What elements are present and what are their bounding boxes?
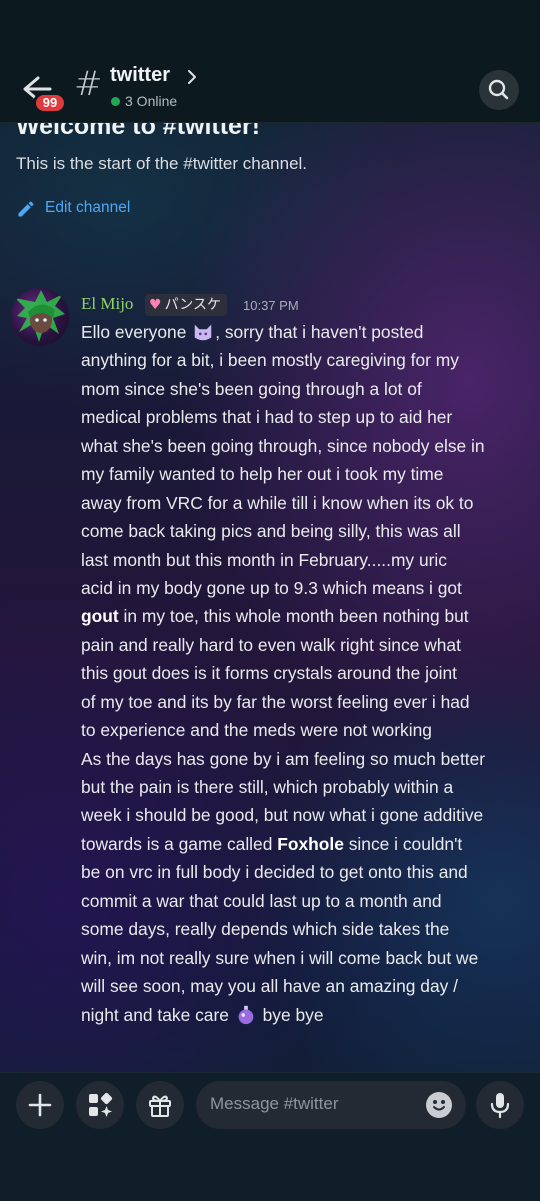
message-line: week i should be good, but now what i go… bbox=[81, 805, 484, 826]
message-line: last month but this month in February...… bbox=[81, 549, 447, 570]
message-line: come back taking pics and being silly, t… bbox=[81, 521, 461, 542]
message-body: Ello everyone , sorry that i haven't pos… bbox=[81, 318, 531, 1029]
edit-channel-label: Edit channel bbox=[45, 199, 131, 216]
avatar-image bbox=[15, 290, 65, 342]
cat-emoji-icon bbox=[194, 324, 212, 341]
message-line: mom since she's been going through a lot… bbox=[81, 378, 422, 399]
emoji-picker-button[interactable] bbox=[426, 1092, 452, 1118]
search-icon bbox=[488, 79, 509, 100]
voice-message-button[interactable] bbox=[476, 1081, 524, 1129]
avatar[interactable] bbox=[11, 288, 69, 346]
channel-title[interactable]: twitter bbox=[110, 64, 170, 87]
message-line: towards is a game called Foxhole since i… bbox=[81, 833, 463, 854]
channel-start-text: This is the start of the #twitter channe… bbox=[16, 154, 308, 173]
message-line: this gout does is it forms crystals arou… bbox=[81, 663, 458, 684]
search-button[interactable] bbox=[479, 70, 519, 110]
unread-badge: 99 bbox=[33, 92, 67, 114]
message-timestamp: 10:37 PM bbox=[243, 298, 299, 313]
smiley-icon bbox=[433, 1100, 445, 1111]
microphone-icon bbox=[490, 1093, 510, 1119]
chevron-right-icon[interactable] bbox=[186, 68, 198, 86]
add-attachment-button[interactable] bbox=[16, 1081, 64, 1129]
message-line: but the pain is there still, which proba… bbox=[81, 777, 454, 797]
channel-header: 99 # twitter 3 Online bbox=[0, 0, 540, 123]
user-tag-label: パンスケ bbox=[164, 297, 221, 313]
message-author[interactable]: El Mijo bbox=[81, 294, 133, 314]
message-line: gout in my toe, this whole month been no… bbox=[81, 606, 469, 627]
message-input[interactable]: Message #twitter bbox=[196, 1081, 466, 1129]
message-line: anything for a bit, i been mostly caregi… bbox=[81, 350, 459, 371]
message-line: medical problems that i had to step up t… bbox=[81, 407, 453, 428]
potion-emoji-icon bbox=[238, 1005, 254, 1024]
message-line: night and take care bye bye bbox=[81, 1004, 324, 1025]
message-line: will see soon, may you all have an amazi… bbox=[81, 976, 458, 997]
message-line: win, im not really sure when i will come… bbox=[81, 947, 479, 968]
message-line: to experience and the meds were not work… bbox=[81, 720, 432, 741]
message-line: As the days has gone by i am feeling so … bbox=[81, 748, 486, 769]
message-line: Ello everyone , sorry that i haven't pos… bbox=[81, 322, 424, 342]
message-line: be on vrc in full body i decided to get … bbox=[81, 862, 468, 883]
message-line: of my toe and its by far the worst feeli… bbox=[81, 691, 470, 712]
apps-button[interactable] bbox=[76, 1081, 124, 1129]
message-input-placeholder: Message #twitter bbox=[210, 1094, 339, 1113]
gift-button[interactable] bbox=[136, 1081, 184, 1129]
apps-sparkle-icon bbox=[89, 1092, 113, 1117]
message-line: my family wanted to help her out i took … bbox=[81, 464, 444, 485]
hashtag-icon: # bbox=[74, 64, 103, 104]
heart-icon: ♥ bbox=[149, 297, 162, 313]
online-count: 3 Online bbox=[125, 93, 178, 109]
message-line: away from VRC for a while till i know wh… bbox=[81, 492, 474, 513]
message-line: commit a war that could last up to a mon… bbox=[81, 890, 442, 911]
plus-icon bbox=[28, 1093, 52, 1117]
pencil-icon bbox=[18, 201, 34, 217]
message-line: some days, really depends which side tak… bbox=[81, 919, 450, 940]
message-line: what she's been going through, since nob… bbox=[81, 435, 485, 456]
message-line: acid in my body gone up to 9.3 which mea… bbox=[81, 577, 462, 598]
user-tag: ♥ パンスケ bbox=[145, 294, 227, 316]
online-status-dot bbox=[111, 97, 120, 106]
message-line: pain and really hard to even walk right … bbox=[81, 634, 461, 655]
gift-icon bbox=[149, 1095, 171, 1117]
